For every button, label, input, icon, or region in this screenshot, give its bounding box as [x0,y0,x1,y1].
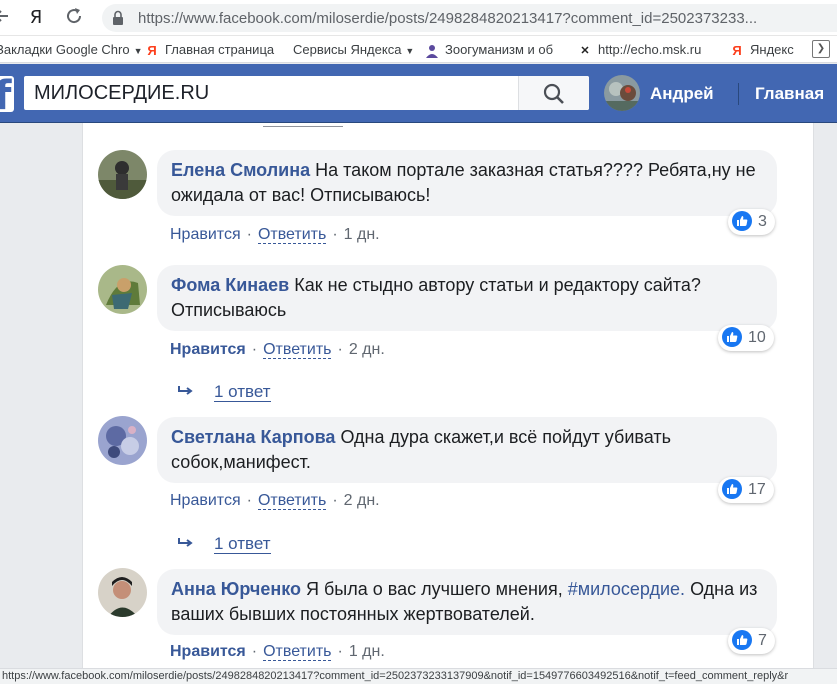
comment-author[interactable]: Елена Смолина [171,160,310,180]
comment-bubble: Фома Кинаев Как не стыдно автору статьи … [157,265,777,331]
like-icon [732,210,752,231]
comment-bubble: Светлана Карпова Одна дура скажет,и всё … [157,417,777,483]
like-button[interactable]: Нравится [170,492,241,509]
avatar[interactable] [98,150,147,199]
back-icon[interactable] [0,6,16,30]
other-bookmarks-icon[interactable]: ❯ [812,40,830,58]
search-box [24,76,589,110]
user-avatar[interactable] [604,75,640,111]
like-icon [722,478,742,499]
home-link[interactable]: Главная [755,84,824,104]
status-bar-url: https://www.facebook.com/miloserdie/post… [0,668,837,684]
avatar[interactable] [98,265,147,314]
like-button[interactable]: Нравится [170,643,246,660]
yandex-icon: Я [732,42,742,58]
comment-time[interactable]: 1 дн. [344,226,380,243]
search-button[interactable] [518,76,589,110]
reply-button[interactable]: Ответить [257,226,327,244]
comment-actions: Нравится · Ответить · 2 дн. [170,492,380,510]
yandex-icon: Я [147,42,157,58]
comment-author[interactable]: Светлана Карпова [171,427,335,447]
url-text[interactable]: https://www.facebook.com/miloserdie/post… [138,10,757,27]
comment-actions: Нравится · Ответить · 1 дн. [170,643,385,661]
reaction-count[interactable]: 7 [728,628,775,654]
bookmarks-bar: Закладки Google Chro ▼ Я Главная страница … [0,36,837,63]
avatar[interactable] [98,416,147,465]
comment-bubble: Анна Юрченко Я была о вас лучшего мнения… [157,569,777,635]
comment-time[interactable]: 1 дн. [349,643,385,660]
lock-icon [112,10,124,26]
yandex-browser-icon[interactable]: Я [24,6,48,30]
bookmark-echo[interactable]: ✕ http://echo.msk.ru [578,41,701,59]
address-bar[interactable]: https://www.facebook.com/miloserdie/post… [102,4,837,32]
view-replies-link[interactable]: 1 ответ [178,534,271,554]
person-icon [425,44,439,58]
like-button[interactable]: Нравится [170,226,241,243]
previous-comment-actions [263,123,343,127]
comments-panel: Елена Смолина На таком портале заказная … [82,123,814,668]
reply-button[interactable]: Ответить [263,341,332,359]
like-icon [732,629,752,650]
reply-arrow-icon [178,534,196,554]
bookmark-yandex-services[interactable]: Сервисы Яндекса ▼ [293,41,414,59]
bookmark-main-page[interactable]: Я Главная страница [145,41,274,59]
echo-icon: ✕ [580,44,590,57]
reply-arrow-icon [178,382,196,402]
profile-link[interactable]: Андрей [650,84,714,104]
reply-button[interactable]: Ответить [257,492,327,510]
avatar[interactable] [98,568,147,617]
browser-toolbar: Я https://www.facebook.com/miloserdie/po… [0,0,837,36]
reload-icon[interactable] [62,6,86,30]
comment-time[interactable]: 2 дн. [349,341,385,358]
reply-button[interactable]: Ответить [263,643,332,661]
facebook-logo-icon[interactable]: f [0,76,14,112]
header-divider [738,83,739,105]
like-icon [722,326,742,347]
comment-author[interactable]: Фома Кинаев [171,275,289,295]
chevron-down-icon: ▼ [405,46,415,56]
comment-author[interactable]: Анна Юрченко [171,579,301,599]
comment-bubble: Елена Смолина На таком портале заказная … [157,150,777,216]
chevron-down-icon: ▼ [133,46,143,56]
search-input[interactable] [24,76,518,110]
comment-actions: Нравится · Ответить · 1 дн. [170,226,380,244]
reaction-count[interactable]: 10 [718,325,774,351]
bookmark-folder[interactable]: Закладки Google Chro ▼ [0,41,143,59]
like-button[interactable]: Нравится [170,341,246,358]
bookmark-yandex[interactable]: Я Яндекс [730,41,793,59]
comment-actions: Нравится · Ответить · 2 дн. [170,341,385,359]
hashtag-link[interactable]: #милосердие. [568,579,685,599]
search-icon [543,83,564,104]
view-replies-link[interactable]: 1 ответ [178,382,271,402]
reaction-count[interactable]: 17 [718,477,774,503]
comment-time[interactable]: 2 дн. [344,492,380,509]
bookmark-zoohumanism[interactable]: Зоогуманизм и об [425,41,553,59]
reaction-count[interactable]: 3 [728,209,775,235]
